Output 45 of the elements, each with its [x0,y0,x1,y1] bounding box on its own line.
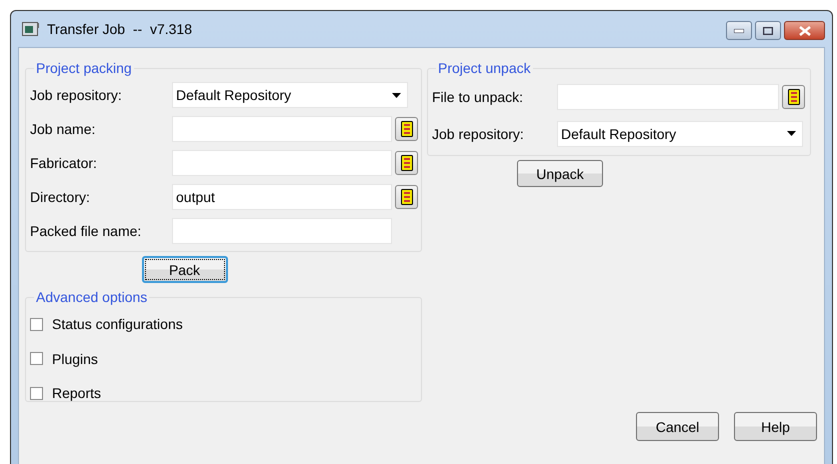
window-title: Transfer Job -- v7.318 [47,21,192,37]
browse-button[interactable] [782,84,805,108]
checkbox[interactable] [30,386,43,400]
text-field[interactable]: output [172,184,392,210]
maximize-button[interactable] [755,21,781,40]
dialog-button[interactable]: Help [734,412,817,441]
checkbox-label: Reports [52,385,102,402]
repository-dropdown[interactable]: Default Repository [557,120,803,146]
field-label: Fabricator: [30,155,98,171]
dropdown-arrow-icon [787,131,796,136]
field-label: File to unpack: [432,88,524,104]
checkbox[interactable] [30,352,43,366]
field-label: Job name: [30,121,96,137]
close-button[interactable] [784,21,825,40]
dropdown-arrow-icon [392,92,401,98]
field-label: Job repository: [30,87,123,103]
minimize-button[interactable] [726,21,752,40]
unpack-button[interactable]: Unpack [517,160,603,187]
maximize-icon [763,26,773,34]
checkbox-label: Status configurations [52,316,183,332]
group-title: Project packing [35,60,133,76]
dialog-button[interactable]: Cancel [636,412,719,441]
document-icon [400,121,412,137]
browse-button[interactable] [395,151,418,175]
checkbox-label: Plugins [52,350,98,367]
text-field[interactable] [172,116,392,142]
pack-button[interactable]: Pack [142,256,228,283]
text-field[interactable] [172,218,392,244]
browse-button[interactable] [395,185,418,209]
field-label: Directory: [30,189,91,205]
group-title: Advanced options [35,289,148,305]
browse-button[interactable] [395,117,418,141]
document-icon [788,88,800,104]
minimize-icon [734,28,744,32]
field-label: Packed file name: [30,223,142,239]
text-field[interactable] [172,150,392,176]
document-icon [400,189,412,205]
text-field[interactable] [557,84,779,110]
field-label: Job repository: [432,126,525,142]
window-icon [22,22,40,36]
document-icon [400,155,412,171]
close-icon [798,26,810,36]
group-title: Project unpack [437,60,532,76]
repository-dropdown[interactable]: Default Repository [172,82,408,108]
checkbox[interactable] [30,318,43,331]
